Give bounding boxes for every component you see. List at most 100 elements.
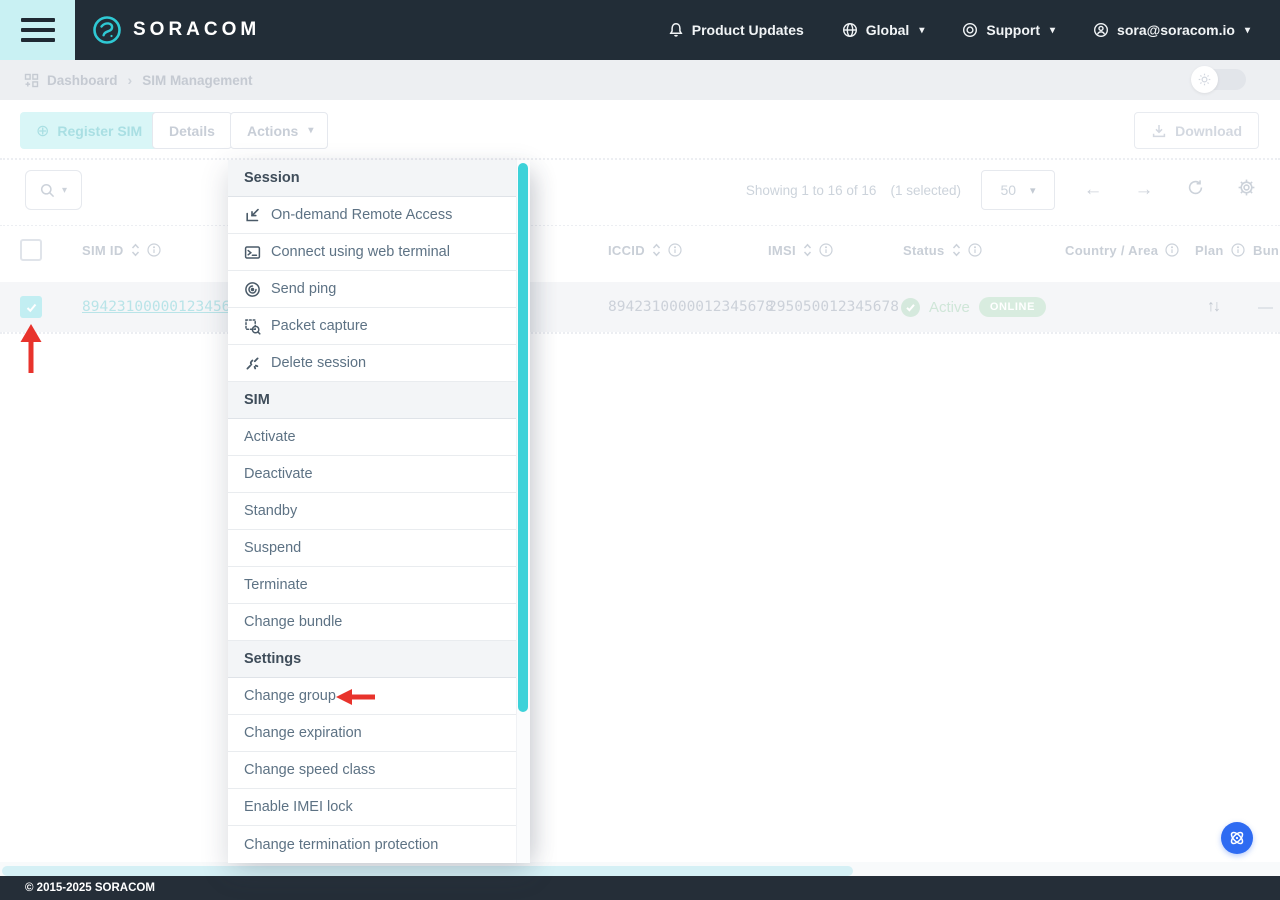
column-label: IMSI (768, 243, 796, 258)
details-label: Details (169, 123, 215, 139)
pagination-selected: (1 selected) (890, 183, 961, 198)
column-label: Country / Area (1065, 243, 1158, 258)
menu-item-change-termination-protection[interactable]: Change termination protection (228, 826, 516, 863)
theme-toggle-knob (1191, 66, 1218, 93)
chevron-down-icon: ▾ (62, 185, 67, 196)
prev-page-button[interactable]: ← (1080, 179, 1106, 201)
register-sim-label: Register SIM (57, 123, 142, 139)
imsi-cell: 295050012345678 (768, 282, 899, 332)
select-all-checkbox[interactable] (20, 239, 42, 261)
details-button[interactable]: Details (152, 112, 232, 149)
breadcrumb-dashboard[interactable]: Dashboard (24, 73, 118, 88)
iccid-cell: 8942310000012345678 (608, 282, 774, 332)
chevron-down-icon: ▾ (1050, 25, 1055, 36)
column-header-status[interactable]: Status (903, 226, 982, 274)
menu-item-label: Change termination protection (244, 837, 438, 853)
info-icon[interactable] (147, 243, 161, 257)
menu-item-delete-session[interactable]: Delete session (228, 345, 516, 382)
menu-scrollbar-track[interactable] (516, 160, 530, 863)
plan-updown-icon: ↑↓ (1207, 282, 1219, 332)
global-coverage-menu[interactable]: Global ▾ (842, 22, 925, 38)
info-icon[interactable] (819, 243, 833, 257)
menu-item-on-demand-remote-access[interactable]: On-demand Remote Access (228, 197, 516, 234)
menu-item-label: Change group (244, 688, 336, 704)
menu-item-activate[interactable]: Activate (228, 419, 516, 456)
sort-icon[interactable] (652, 243, 661, 257)
bundles-cell: — (1258, 282, 1273, 332)
plus-circle-icon: ⊕ (36, 121, 49, 141)
packet-capture-icon (244, 318, 261, 335)
menu-section-settings: Settings (228, 641, 516, 678)
table-row[interactable]: 8942310000012345678 8942310000012345678 … (0, 282, 1280, 332)
status-cell: Active ONLINE (901, 282, 1046, 332)
menu-scrollbar-thumb[interactable] (518, 163, 528, 712)
menu-item-packet-capture[interactable]: Packet capture (228, 308, 516, 345)
info-icon[interactable] (1231, 243, 1245, 257)
download-label: Download (1175, 123, 1242, 139)
column-header-iccid[interactable]: ICCID (608, 226, 682, 274)
product-updates-label: Product Updates (692, 22, 804, 38)
actions-dropdown-button[interactable]: Actions ▾ (230, 112, 328, 149)
account-menu[interactable]: sora@soracom.io ▾ (1093, 22, 1250, 38)
info-icon[interactable] (968, 243, 982, 257)
status-label: Active (929, 299, 970, 316)
pagination-bar: Showing 1 to 16 of 16 (1 selected) 50 ▾ … (746, 170, 1259, 210)
support-chat-button[interactable] (1221, 822, 1253, 854)
menu-item-standby[interactable]: Standby (228, 493, 516, 530)
menu-item-label: Enable IMEI lock (244, 799, 353, 815)
info-icon[interactable] (668, 243, 682, 257)
column-header-bundles: Bun (1253, 226, 1279, 274)
column-label: SIM ID (82, 243, 124, 258)
column-header-country-area: Country / Area (1065, 226, 1179, 274)
theme-toggle[interactable] (1194, 69, 1246, 90)
horizontal-scrollbar[interactable] (2, 866, 853, 876)
menu-item-change-expiration[interactable]: Change expiration (228, 715, 516, 752)
refresh-button[interactable] (1182, 178, 1208, 203)
menu-item-change-speed-class[interactable]: Change speed class (228, 752, 516, 789)
sort-icon[interactable] (952, 243, 961, 257)
soracom-logo-icon (92, 15, 122, 45)
user-icon (1093, 22, 1109, 38)
column-label: Bun (1253, 243, 1279, 258)
sort-icon[interactable] (803, 243, 812, 257)
divider (0, 332, 1280, 334)
menu-item-connect-using-web-terminal[interactable]: Connect using web terminal (228, 234, 516, 271)
sim-id-link[interactable]: 8942310000012345678 (82, 299, 248, 315)
actions-menu: Session On-demand Remote Access Connect … (228, 160, 530, 863)
product-updates-link[interactable]: Product Updates (668, 22, 804, 38)
support-label: Support (986, 22, 1040, 38)
chevron-down-icon: ▾ (1030, 184, 1036, 197)
page-size-select[interactable]: 50 ▾ (981, 170, 1055, 210)
footer: © 2015-2025 SORACOM (0, 876, 1280, 900)
menu-item-send-ping[interactable]: Send ping (228, 271, 516, 308)
search-filter-button[interactable]: ▾ (25, 170, 82, 210)
hamburger-menu-button[interactable] (0, 0, 75, 60)
chevron-down-icon: ▾ (308, 125, 313, 136)
menu-item-deactivate[interactable]: Deactivate (228, 456, 516, 493)
globe-icon (842, 22, 858, 38)
download-button[interactable]: Download (1134, 112, 1259, 149)
menu-item-label: Change speed class (244, 762, 375, 778)
row-checkbox-checked[interactable] (20, 296, 42, 318)
menu-item-change-bundle[interactable]: Change bundle (228, 604, 516, 641)
next-page-button[interactable]: → (1131, 179, 1157, 201)
session-status-badge: ONLINE (979, 297, 1046, 317)
column-header-sim-id[interactable]: SIM ID (82, 226, 161, 274)
menu-item-enable-imei-lock[interactable]: Enable IMEI lock (228, 789, 516, 826)
copyright-text: © 2015-2025 SORACOM (25, 882, 155, 894)
soracom-logo[interactable]: SORACOM (92, 15, 260, 45)
ping-icon (244, 281, 261, 298)
menu-item-terminate[interactable]: Terminate (228, 567, 516, 604)
refresh-icon (1186, 178, 1205, 197)
sort-icon[interactable] (131, 243, 140, 257)
column-header-imsi[interactable]: IMSI (768, 226, 833, 274)
brand-name: SORACOM (133, 19, 260, 41)
global-label: Global (866, 22, 910, 38)
support-menu[interactable]: Support ▾ (962, 22, 1055, 38)
breadcrumb-separator: › (128, 72, 133, 88)
menu-item-suspend[interactable]: Suspend (228, 530, 516, 567)
table-settings-button[interactable] (1233, 178, 1259, 203)
sim-id-cell: 8942310000012345678 (82, 282, 248, 332)
info-icon[interactable] (1165, 243, 1179, 257)
register-sim-button[interactable]: ⊕ Register SIM (20, 112, 158, 149)
